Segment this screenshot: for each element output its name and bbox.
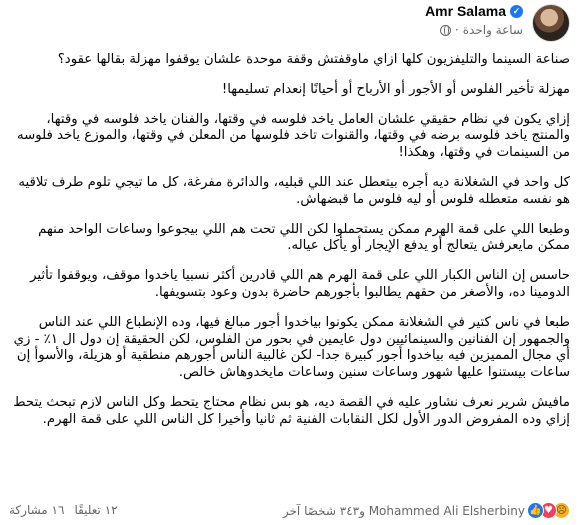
post-meta: ساعة واحدة · xyxy=(439,23,523,37)
comments-count[interactable]: ١٢ تعليقًا xyxy=(74,503,117,517)
post-header: Amr Salama ✓ ساعة واحدة · xyxy=(0,0,579,44)
author-avatar[interactable] xyxy=(532,4,570,42)
post-footer: 👍 ♥ ☹ Mohammed Ali Elsherbiny و٣٤٣ شخصًا… xyxy=(0,498,579,525)
post-paragraph: صناعة السينما والتليفزيون كلها ازاي ماوق… xyxy=(57,52,570,67)
like-reaction-icon: 👍 xyxy=(527,502,544,519)
engagement-counts: ١٢ تعليقًا ١٦ مشاركة xyxy=(9,503,118,517)
post-timestamp[interactable]: ساعة واحدة xyxy=(463,23,523,37)
post-paragraph: وطبعا اللي على قمة الهرم ممكن يستحملوا ل… xyxy=(38,221,570,254)
author-name[interactable]: Amr Salama xyxy=(425,3,506,19)
post-paragraph: كل واحد في الشغلانة ديه أجره بيتعطل عند … xyxy=(18,174,570,207)
reactions-summary[interactable]: 👍 ♥ ☹ Mohammed Ali Elsherbiny و٣٤٣ شخصًا… xyxy=(283,502,570,519)
post-paragraph: مافيش شرير نعرف نشاور عليه في القصة ديه،… xyxy=(13,394,570,427)
author-name-row[interactable]: Amr Salama ✓ xyxy=(425,3,523,19)
post-paragraph: إزاي يكون في نظام حقيقي علشان العامل ياخ… xyxy=(16,111,570,161)
post-paragraph: طبعا في ناس كتير في الشغلانة ممكن يكونوا… xyxy=(13,314,570,381)
meta-separator: · xyxy=(454,23,459,37)
post-text: صناعة السينما والتليفزيون كلها ازاي ماوق… xyxy=(10,52,570,442)
globe-icon[interactable] xyxy=(439,24,451,36)
reaction-icons: 👍 ♥ ☹ xyxy=(527,502,570,519)
shares-count[interactable]: ١٦ مشاركة xyxy=(9,503,64,517)
verified-badge-icon: ✓ xyxy=(510,4,523,18)
reactions-text[interactable]: Mohammed Ali Elsherbiny و٣٤٣ شخصًا آخر xyxy=(283,504,525,518)
post-paragraph: مهزلة تأخير الفلوس أو الأجور أو الأرباح … xyxy=(221,81,570,97)
post-paragraph: حاسس إن الناس الكبار اللي على قمة الهرم … xyxy=(30,268,570,300)
